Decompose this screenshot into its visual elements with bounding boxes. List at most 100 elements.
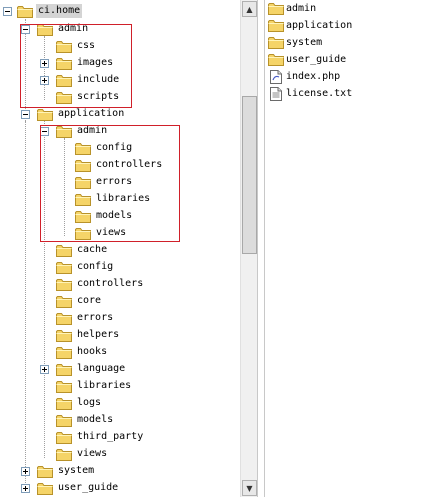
tree-item-models[interactable]: models <box>0 412 240 429</box>
tree-item-language[interactable]: language <box>0 361 240 378</box>
tree-item-admin-config[interactable]: config <box>0 140 240 157</box>
scroll-down-button[interactable]: ▼ <box>242 480 257 496</box>
tree-item-views[interactable]: views <box>0 446 240 463</box>
text-file-icon <box>268 86 284 101</box>
folder-icon <box>268 53 284 67</box>
tree-item-user-guide[interactable]: user_guide <box>0 480 240 497</box>
php-file-icon <box>268 69 284 84</box>
tree-item-errors[interactable]: errors <box>0 310 240 327</box>
folder-icon <box>56 57 72 70</box>
tree-item-label: libraries <box>96 193 151 204</box>
tree-item-admin-errors[interactable]: errors <box>0 174 240 191</box>
folder-tree-pane[interactable]: ci.home admin css images include scripts… <box>0 0 240 497</box>
tree-item-label: libraries <box>77 380 132 391</box>
tree-item-application-admin[interactable]: admin <box>0 123 240 140</box>
list-item-label: user_guide <box>286 54 347 65</box>
tree-item-libraries[interactable]: libraries <box>0 378 240 395</box>
collapse-toggle[interactable] <box>3 7 12 16</box>
folder-icon <box>56 312 72 325</box>
tree-item-admin-controllers[interactable]: controllers <box>0 157 240 174</box>
folder-icon <box>56 125 72 138</box>
list-item-label: application <box>286 20 353 31</box>
folder-icon <box>37 23 53 36</box>
folder-icon <box>56 329 72 342</box>
folder-icon <box>75 227 91 240</box>
folder-icon <box>56 397 72 410</box>
tree-item-label: models <box>77 414 114 425</box>
tree-item-admin-views[interactable]: views <box>0 225 240 242</box>
folder-icon <box>268 2 284 16</box>
tree-item-hooks[interactable]: hooks <box>0 344 240 361</box>
tree-item-system[interactable]: system <box>0 463 240 480</box>
list-item-index-php[interactable]: index.php <box>268 68 340 85</box>
tree-item-css[interactable]: css <box>0 38 240 55</box>
tree-item-label: user_guide <box>58 482 119 493</box>
tree-item-label: application <box>58 108 125 119</box>
tree-item-label: models <box>96 210 133 221</box>
list-item-label: index.php <box>286 71 341 82</box>
folder-icon <box>56 431 72 444</box>
list-item-system[interactable]: system <box>268 34 322 51</box>
tree-scrollbar[interactable]: ▲ ▼ <box>240 0 257 497</box>
folder-icon <box>56 363 72 376</box>
list-item-admin[interactable]: admin <box>268 0 316 17</box>
folder-icon <box>56 278 72 291</box>
tree-item-include[interactable]: include <box>0 72 240 89</box>
tree-item-application[interactable]: application <box>0 106 240 123</box>
expand-toggle[interactable] <box>21 467 30 476</box>
folder-icon <box>75 142 91 155</box>
tree-item-admin[interactable]: admin <box>0 21 240 38</box>
tree-item-images[interactable]: images <box>0 55 240 72</box>
folder-icon <box>17 5 33 18</box>
tree-item-logs[interactable]: logs <box>0 395 240 412</box>
folder-icon <box>75 210 91 223</box>
list-item-application[interactable]: application <box>268 17 352 34</box>
folder-icon <box>268 19 284 33</box>
tree-item-scripts[interactable]: scripts <box>0 89 240 106</box>
tree-item-controllers[interactable]: controllers <box>0 276 240 293</box>
tree-item-label: admin <box>77 125 108 136</box>
list-item-user-guide[interactable]: user_guide <box>268 51 346 68</box>
tree-item-label: errors <box>96 176 133 187</box>
folder-icon <box>56 346 72 359</box>
list-item-label: license.txt <box>286 88 353 99</box>
expand-toggle[interactable] <box>40 76 49 85</box>
folder-icon <box>56 244 72 257</box>
folder-icon <box>56 414 72 427</box>
list-item-label: system <box>286 37 323 48</box>
tree-item-config[interactable]: config <box>0 259 240 276</box>
scroll-thumb[interactable] <box>242 96 257 254</box>
tree-item-label: language <box>77 363 126 374</box>
collapse-toggle[interactable] <box>40 127 49 136</box>
file-list-pane[interactable]: admin application system user_guide inde… <box>265 0 446 497</box>
tree-item-core[interactable]: core <box>0 293 240 310</box>
tree-item-label: config <box>96 142 133 153</box>
collapse-toggle[interactable] <box>21 25 30 34</box>
tree-item-third-party[interactable]: third_party <box>0 429 240 446</box>
expand-toggle[interactable] <box>40 365 49 374</box>
file-explorer-window: ci.home admin css images include scripts… <box>0 0 446 497</box>
scroll-up-button[interactable]: ▲ <box>242 1 257 17</box>
folder-icon <box>56 74 72 87</box>
expand-toggle[interactable] <box>40 59 49 68</box>
tree-item-label: controllers <box>77 278 144 289</box>
folder-icon <box>56 380 72 393</box>
tree-item-label: controllers <box>96 159 163 170</box>
list-item-license-txt[interactable]: license.txt <box>268 85 352 102</box>
tree-item-ci-home[interactable]: ci.home <box>0 3 240 20</box>
tree-item-label: images <box>77 57 114 68</box>
tree-item-label: scripts <box>77 91 120 102</box>
tree-item-label: system <box>58 465 95 476</box>
collapse-toggle[interactable] <box>21 110 30 119</box>
tree-item-label: ci.home <box>36 4 83 18</box>
tree-item-cache[interactable]: cache <box>0 242 240 259</box>
tree-item-admin-libraries[interactable]: libraries <box>0 191 240 208</box>
tree-item-label: cache <box>77 244 108 255</box>
expand-toggle[interactable] <box>21 484 30 493</box>
tree-item-admin-models[interactable]: models <box>0 208 240 225</box>
tree-item-helpers[interactable]: helpers <box>0 327 240 344</box>
tree-item-label: helpers <box>77 329 120 340</box>
pane-splitter[interactable] <box>257 0 265 497</box>
folder-icon <box>56 295 72 308</box>
tree-item-label: third_party <box>77 431 144 442</box>
